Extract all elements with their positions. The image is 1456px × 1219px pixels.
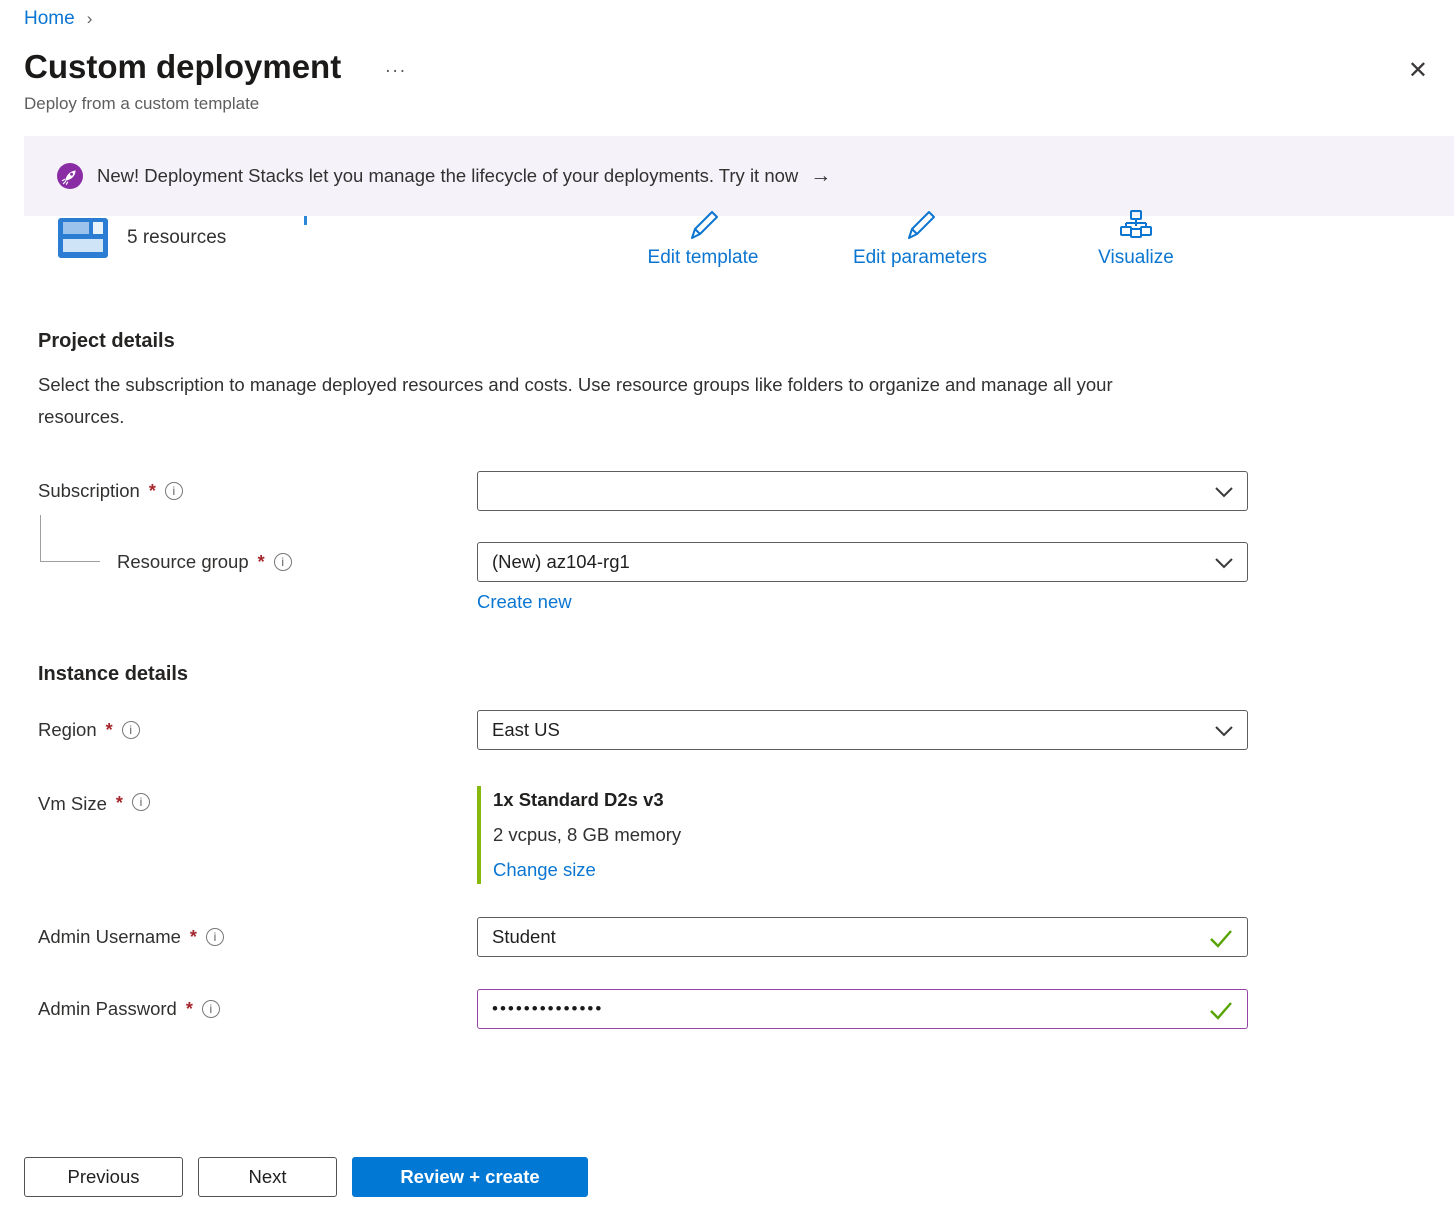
ellipsis-menu-icon[interactable]: ... (385, 56, 407, 78)
template-bar: 5 resources Edit template Edit parameter… (0, 216, 1456, 288)
resource-group-dropdown[interactable]: (New) az104-rg1 (477, 542, 1248, 582)
deployment-stacks-banner[interactable]: New! Deployment Stacks let you manage th… (24, 136, 1454, 216)
pencil-icon (686, 210, 720, 240)
info-icon[interactable]: i (206, 928, 224, 946)
hierarchy-connector-line (40, 515, 100, 562)
vm-size-specs: 2 vcpus, 8 GB memory (493, 824, 1248, 846)
required-marker: * (258, 552, 265, 573)
valid-check-icon (1209, 929, 1233, 948)
subscription-dropdown[interactable] (477, 471, 1248, 511)
required-marker: * (149, 481, 156, 502)
admin-username-value: Student (492, 926, 556, 948)
chevron-right-icon: › (87, 9, 93, 29)
instance-details-heading: Instance details (38, 663, 1456, 686)
admin-username-label: Admin Username (38, 926, 181, 948)
vm-size-selection: 1x Standard D2s v3 (493, 789, 1248, 811)
edit-template-label: Edit template (628, 247, 778, 269)
edit-template-button[interactable]: Edit template (628, 210, 778, 269)
vm-size-label: Vm Size (38, 793, 107, 815)
next-button[interactable]: Next (198, 1157, 337, 1197)
edit-parameters-button[interactable]: Edit parameters (838, 210, 1002, 269)
required-marker: * (190, 927, 197, 948)
admin-username-row: Admin Username * i Student (38, 917, 1456, 957)
project-details-heading: Project details (0, 330, 1456, 353)
review-create-button[interactable]: Review + create (352, 1157, 588, 1197)
project-details-description: Select the subscription to manage deploy… (0, 369, 1180, 433)
chevron-down-icon (1215, 726, 1233, 737)
vm-size-row: Vm Size * i 1x Standard D2s v3 2 vcpus, … (38, 786, 1456, 884)
region-value: East US (492, 719, 560, 741)
region-row: Region * i East US (38, 710, 1456, 750)
valid-check-icon (1209, 1001, 1233, 1020)
change-size-link[interactable]: Change size (493, 859, 596, 881)
admin-password-label: Admin Password (38, 998, 177, 1020)
previous-button[interactable]: Previous (24, 1157, 183, 1197)
info-icon[interactable]: i (132, 793, 150, 811)
cursor-artifact (304, 216, 307, 225)
visualize-label: Visualize (1082, 247, 1190, 269)
wizard-footer: Previous Next Review + create (0, 1157, 1456, 1197)
breadcrumb: Home › (0, 0, 1456, 30)
region-dropdown[interactable]: East US (477, 710, 1248, 750)
required-marker: * (106, 720, 113, 741)
admin-password-row: Admin Password * i •••••••••••••• (38, 989, 1456, 1029)
vm-size-summary: 1x Standard D2s v3 2 vcpus, 8 GB memory … (477, 786, 1248, 884)
resource-group-label: Resource group (117, 551, 249, 573)
arrow-right-icon[interactable]: → (810, 164, 831, 188)
resource-group-value: (New) az104-rg1 (492, 551, 630, 573)
breadcrumb-home-link[interactable]: Home (24, 8, 75, 30)
visualize-button[interactable]: Visualize (1082, 210, 1190, 269)
template-resources: 5 resources (58, 218, 226, 258)
admin-username-input[interactable]: Student (477, 917, 1248, 957)
close-button[interactable]: ✕ (1402, 58, 1434, 84)
resource-group-row: Resource group * i (New) az104-rg1 Creat… (38, 542, 1456, 613)
org-chart-icon (1118, 210, 1154, 240)
resources-count-label: 5 resources (127, 227, 226, 249)
chevron-down-icon (1215, 487, 1233, 498)
deployment-form: Subscription * i Resource group * i (New… (0, 471, 1456, 1029)
subscription-label: Subscription (38, 480, 140, 502)
info-icon[interactable]: i (165, 482, 183, 500)
info-icon[interactable]: i (202, 1000, 220, 1018)
info-icon[interactable]: i (274, 553, 292, 571)
region-label: Region (38, 719, 97, 741)
chevron-down-icon (1215, 558, 1233, 569)
admin-password-masked-value: •••••••••••••• (492, 999, 603, 1019)
edit-parameters-label: Edit parameters (838, 247, 1002, 269)
required-marker: * (116, 793, 123, 814)
banner-text: New! Deployment Stacks let you manage th… (97, 165, 798, 187)
page-title: Custom deployment (24, 48, 341, 86)
info-icon[interactable]: i (122, 721, 140, 739)
subscription-row: Subscription * i (38, 471, 1456, 511)
required-marker: * (186, 999, 193, 1020)
page-subtitle: Deploy from a custom template (0, 94, 1456, 114)
page-header: Custom deployment ... (0, 48, 1456, 86)
resources-icon (58, 218, 108, 258)
pencil-icon (903, 210, 937, 240)
create-new-link[interactable]: Create new (477, 591, 572, 613)
admin-password-input[interactable]: •••••••••••••• (477, 989, 1248, 1029)
rocket-icon (57, 163, 83, 189)
